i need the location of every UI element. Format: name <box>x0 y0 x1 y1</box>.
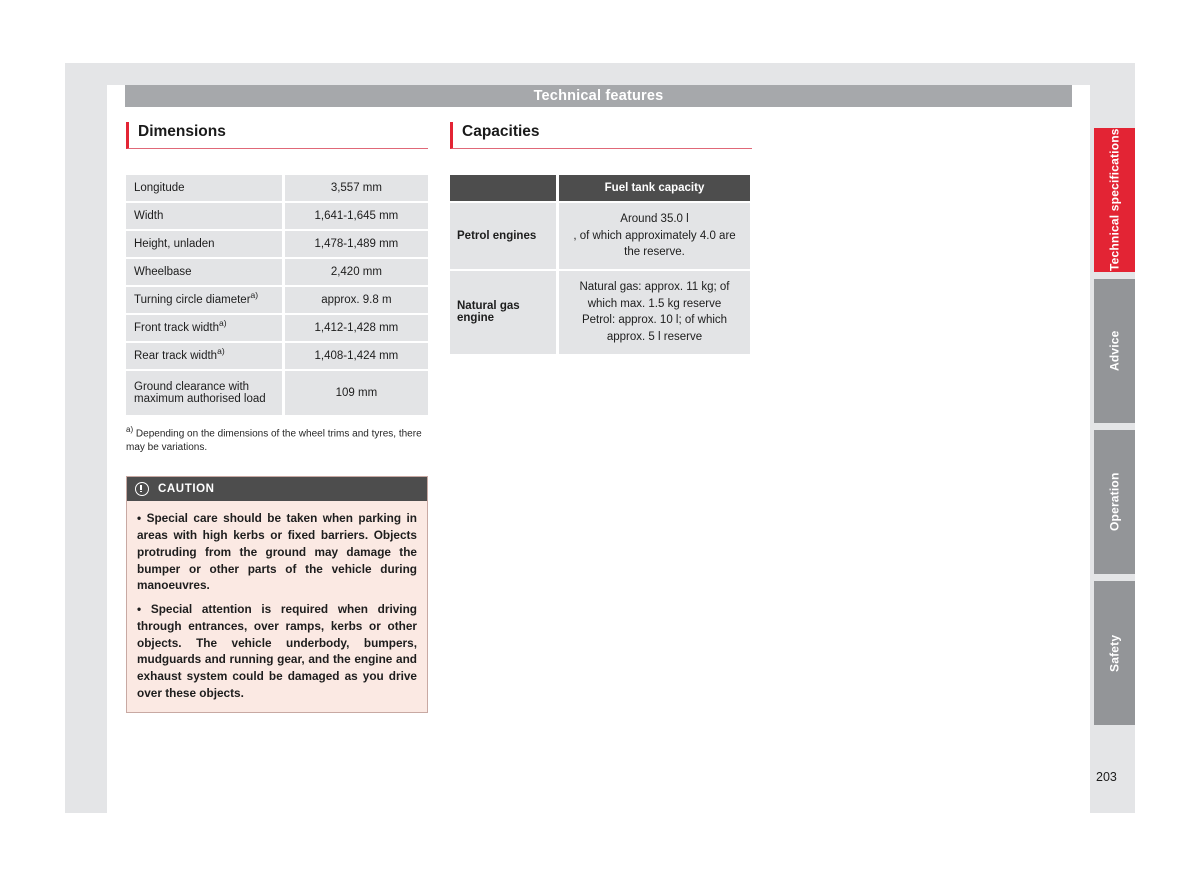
footnote-marker: a) <box>219 318 227 329</box>
dimension-value: 2,420 mm <box>284 259 428 287</box>
section-heading-dimensions: Dimensions <box>126 122 428 149</box>
right-column: Capacities Fuel tank capacity Petrol eng… <box>450 122 752 354</box>
dimension-value: approx. 9.8 m <box>284 287 428 315</box>
table-footnote: a) Depending on the dimensions of the wh… <box>126 425 422 454</box>
section-heading-capacities: Capacities <box>450 122 752 149</box>
table-row: Petrol engines Around 35.0 l, of which a… <box>450 203 750 272</box>
capacities-table: Fuel tank capacity Petrol engines Around… <box>450 175 750 354</box>
dimension-label: Turning circle diametera) <box>126 287 285 315</box>
table-row: Wheelbase 2,420 mm <box>126 259 428 287</box>
capacity-label: Petrol engines <box>450 203 559 272</box>
page-title: Technical features <box>125 85 1072 107</box>
left-column: Dimensions Longitude 3,557 mm Width 1,64… <box>126 122 428 713</box>
footnote-marker: a) <box>217 346 225 357</box>
dimension-label: Ground clearance with maximum authorised… <box>126 371 285 415</box>
capacity-label: Natural gas engine <box>450 271 559 354</box>
dimension-label: Longitude <box>126 175 285 203</box>
dimension-label: Rear track widtha) <box>126 343 285 371</box>
table-row: Rear track widtha) 1,408-1,424 mm <box>126 343 428 371</box>
dimension-label: Height, unladen <box>126 231 285 259</box>
dimension-label: Wheelbase <box>126 259 285 287</box>
table-row: Front track widtha) 1,412-1,428 mm <box>126 315 428 343</box>
table-row: Height, unladen 1,478-1,489 mm <box>126 231 428 259</box>
capacity-value: Around 35.0 l, of which approximately 4.… <box>559 203 750 272</box>
table-row: Natural gas engine Natural gas: approx. … <box>450 271 750 354</box>
footnote-text: Depending on the dimensions of the wheel… <box>126 428 422 453</box>
dimension-value: 1,478-1,489 mm <box>284 231 428 259</box>
footnote-marker: a) <box>126 425 134 434</box>
table-row: Ground clearance with maximum authorised… <box>126 371 428 415</box>
capacities-header-blank <box>450 175 559 203</box>
footnote-marker: a) <box>250 290 259 301</box>
warning-circle-icon <box>135 482 149 497</box>
sidebar-tab-safety[interactable]: Safety <box>1094 581 1135 725</box>
table-row: Longitude 3,557 mm <box>126 175 428 203</box>
capacity-value: Natural gas: approx. 11 kg; of which max… <box>559 271 750 354</box>
dimensions-table: Longitude 3,557 mm Width 1,641-1,645 mm … <box>126 175 428 415</box>
table-row: Turning circle diametera) approx. 9.8 m <box>126 287 428 315</box>
dimension-value: 1,641-1,645 mm <box>284 203 428 231</box>
dimension-label: Front track widtha) <box>126 315 285 343</box>
dimension-value: 109 mm <box>284 371 428 415</box>
caution-box: CAUTION • Special care should be taken w… <box>126 476 428 713</box>
section-heading-dimensions-label: Dimensions <box>138 123 226 140</box>
section-heading-capacities-label: Capacities <box>462 123 540 140</box>
caution-heading-label: CAUTION <box>158 483 215 496</box>
table-row: Width 1,641-1,645 mm <box>126 203 428 231</box>
dimension-value: 1,412-1,428 mm <box>284 315 428 343</box>
sidebar-tab-technical-specifications[interactable]: Technical specifications <box>1094 128 1135 272</box>
sidebar-tab-advice[interactable]: Advice <box>1094 279 1135 423</box>
page-number: 203 <box>1096 770 1117 784</box>
capacities-header-label: Fuel tank capacity <box>559 175 750 203</box>
sidebar-tab-operation[interactable]: Operation <box>1094 430 1135 574</box>
dimension-value: 3,557 mm <box>284 175 428 203</box>
caution-header: CAUTION <box>127 477 427 502</box>
table-header-row: Fuel tank capacity <box>450 175 750 203</box>
dimension-label: Width <box>126 203 285 231</box>
caution-paragraph: • Special attention is required when dri… <box>137 602 417 700</box>
caution-paragraph: • Special care should be taken when park… <box>137 511 417 593</box>
caution-body: • Special care should be taken when park… <box>127 501 427 712</box>
dimension-value: 1,408-1,424 mm <box>284 343 428 371</box>
